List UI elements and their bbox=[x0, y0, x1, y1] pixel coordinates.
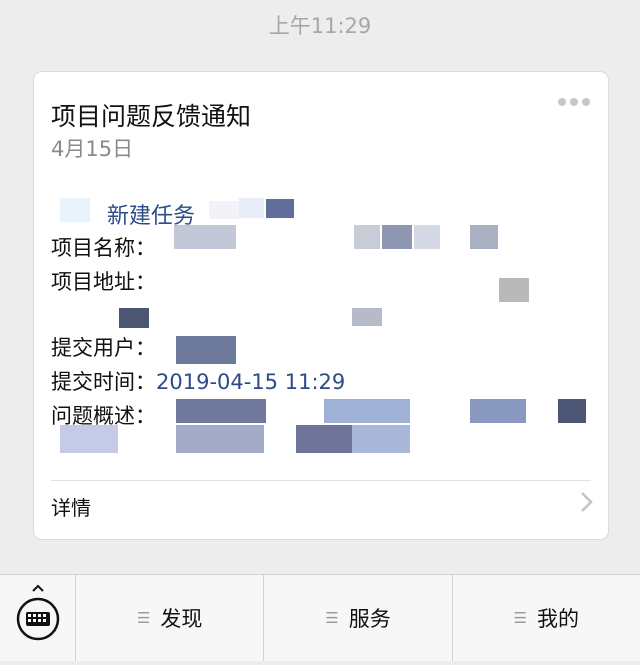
menu-item-label: 发现 bbox=[160, 607, 203, 631]
redacted-block bbox=[354, 225, 380, 249]
menu-item-mine[interactable]: ☰ 我的 bbox=[453, 575, 640, 661]
redacted-block bbox=[176, 336, 236, 364]
redacted-block bbox=[470, 225, 498, 249]
redacted-block bbox=[352, 425, 410, 453]
card-divider bbox=[51, 480, 591, 481]
more-options-icon[interactable] bbox=[558, 98, 590, 106]
project-address-label: 项目地址： bbox=[51, 270, 156, 294]
redacted-block bbox=[209, 201, 239, 219]
redacted-block bbox=[470, 399, 526, 423]
redacted-block bbox=[60, 198, 90, 222]
menu-list-icon: ☰ bbox=[325, 609, 339, 627]
redacted-block bbox=[176, 399, 266, 423]
project-name-label: 项目名称： bbox=[51, 236, 156, 260]
menu-item-service[interactable]: ☰ 服务 bbox=[264, 575, 453, 661]
keyboard-toggle-button[interactable] bbox=[0, 575, 76, 661]
submit-time-label: 提交时间： bbox=[51, 370, 156, 394]
submit-time-value: 2019-04-15 11:29 bbox=[156, 370, 346, 394]
card-title: 项目问题反馈通知 bbox=[51, 102, 252, 131]
redacted-block bbox=[558, 399, 586, 423]
redacted-block bbox=[119, 308, 149, 328]
bottom-menu-bar: ☰ 发现 ☰ 服务 ☰ 我的 bbox=[0, 574, 640, 661]
redacted-block bbox=[499, 278, 529, 302]
submit-user-label: 提交用户： bbox=[51, 336, 156, 360]
redacted-block bbox=[266, 199, 294, 218]
redacted-block bbox=[324, 399, 410, 423]
redacted-block bbox=[176, 425, 264, 453]
redacted-block bbox=[60, 425, 118, 453]
menu-item-label: 服务 bbox=[348, 607, 391, 631]
keyboard-icon bbox=[16, 584, 60, 641]
menu-list-icon: ☰ bbox=[513, 609, 528, 627]
menu-list-icon: ☰ bbox=[136, 609, 151, 627]
redacted-block bbox=[296, 425, 352, 453]
details-link[interactable]: 详情 bbox=[51, 492, 91, 521]
status-time: 上午11:29 bbox=[268, 14, 372, 38]
submit-time-row: 提交时间：2019-04-15 11:29 bbox=[51, 366, 345, 396]
redacted-block bbox=[239, 198, 264, 218]
chevron-right-icon[interactable] bbox=[574, 487, 598, 517]
redacted-block bbox=[414, 225, 440, 249]
redacted-block bbox=[352, 308, 382, 326]
menu-item-discover[interactable]: ☰ 发现 bbox=[76, 575, 265, 661]
redacted-block bbox=[174, 225, 236, 249]
menu-item-label: 我的 bbox=[537, 607, 580, 631]
card-date: 4月15日 bbox=[51, 137, 134, 161]
notification-card[interactable]: 项目问题反馈通知 4月15日 新建任务 项目名称： 项目地址： 提交用户： 提交… bbox=[33, 71, 609, 540]
redacted-block bbox=[382, 225, 412, 249]
